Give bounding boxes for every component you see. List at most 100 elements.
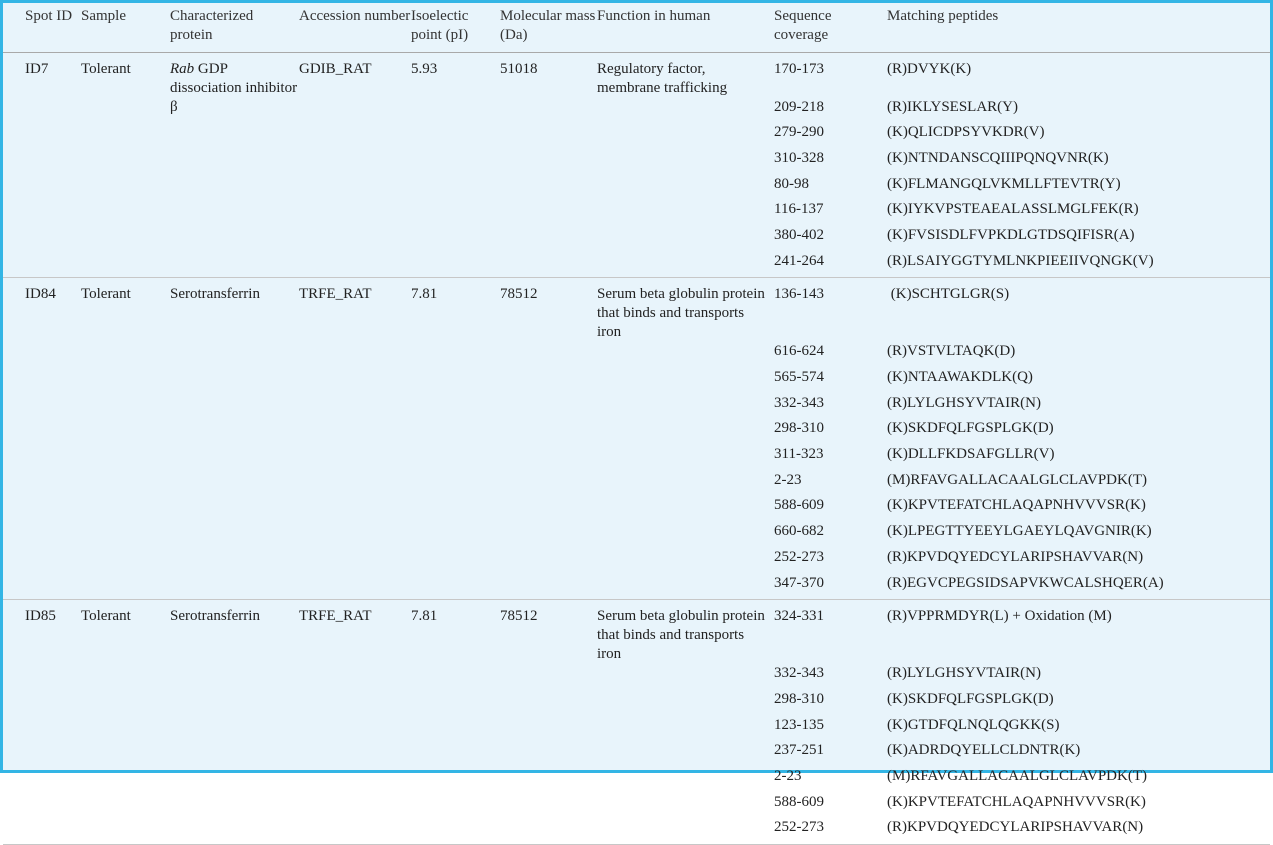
coverage-cell: 588-609 [774,793,824,810]
empty-cell [597,368,774,394]
empty-cell [597,522,774,548]
peptide-cell: (K)KPVTEFATCHLAQAPNHVVVSR(K) [887,497,1146,514]
peptide-cell: (K)GTDFQLNQLQGKK(S) [887,716,1060,733]
empty-cell [411,471,500,497]
empty-cell [299,574,411,600]
empty-cell [500,690,597,716]
peptide-cell: (K)KPVTEFATCHLAQAPNHVVVSR(K) [887,793,1146,810]
empty-cell [3,690,81,716]
empty-cell [81,496,170,522]
empty-cell [597,767,774,793]
empty-cell [500,818,597,844]
pi-cell: 7.81 [411,608,438,625]
empty-cell [597,342,774,368]
table-row: 123-135 (K)GTDFQLNQLQGKK(S) [3,716,1270,742]
empty-cell [597,716,774,742]
table-row: 237-251 (K)ADRDQYELLCLDNTR(K) [3,741,1270,767]
table-row: 332-343 (R)LYLGHSYVTAIR(N) [3,394,1270,420]
table-row: 660-682 (K)LPEGTTYEEYLGAEYLQAVGNIR(K) [3,522,1270,548]
coverage-cell: 616-624 [774,343,824,360]
empty-cell [299,690,411,716]
peptide-cell: (K)QLICDPSYVKDR(V) [887,124,1045,141]
empty-cell [500,496,597,522]
empty-cell [411,767,500,793]
empty-cell [3,200,81,226]
empty-cell [500,716,597,742]
empty-cell [170,419,299,445]
empty-cell [81,548,170,574]
empty-cell [411,716,500,742]
empty-cell [170,175,299,201]
empty-cell [81,394,170,420]
empty-cell [299,741,411,767]
coverage-cell: 252-273 [774,548,824,565]
empty-cell [411,252,500,278]
header-sample: Sample [81,8,126,24]
empty-cell [3,496,81,522]
table-row: 565-574 (K)NTAAWAKDLK(Q) [3,368,1270,394]
table-body: ID7 Tolerant Rab GDP dissociation inhibito… [3,52,1270,845]
accession-cell: TRFE_RAT [299,286,372,303]
empty-cell [3,394,81,420]
empty-cell [170,664,299,690]
empty-cell [170,741,299,767]
empty-cell [299,496,411,522]
empty-cell [597,471,774,497]
empty-cell [170,471,299,497]
empty-cell [170,394,299,420]
empty-cell [81,98,170,124]
empty-cell [597,123,774,149]
peptide-table: Spot ID Sample Characterized protein Acc… [3,3,1270,845]
empty-cell [3,419,81,445]
peptide-cell: (K)NTNDANSCQIIIPQNQVNR(K) [887,149,1109,166]
empty-cell [597,574,774,600]
empty-cell [170,716,299,742]
empty-cell [81,471,170,497]
empty-cell [500,767,597,793]
empty-cell [597,200,774,226]
table-frame: Spot ID Sample Characterized protein Acc… [0,0,1273,845]
coverage-cell: 588-609 [774,497,824,514]
empty-cell [500,98,597,124]
peptide-cell: (R)LYLGHSYVTAIR(N) [887,394,1041,411]
empty-cell [81,574,170,600]
peptide-cell: (K)FVSISDLFVPKDLGTDSQIFISR(A) [887,226,1135,243]
empty-cell [411,368,500,394]
table-row: 298-310 (K)SKDFQLFGSPLGK(D) [3,419,1270,445]
coverage-cell: 298-310 [774,420,824,437]
empty-cell [3,368,81,394]
empty-cell [411,123,500,149]
table-row: 279-290 (K)QLICDPSYVKDR(V) [3,123,1270,149]
coverage-cell: 80-98 [774,175,809,192]
empty-cell [299,394,411,420]
empty-cell [170,342,299,368]
empty-cell [299,98,411,124]
peptide-cell: (R)DVYK(K) [887,60,972,77]
empty-cell [170,252,299,278]
pi-cell: 7.81 [411,286,438,303]
empty-cell [170,767,299,793]
empty-cell [500,226,597,252]
header-spot-id: Spot ID [25,8,73,24]
empty-cell [500,419,597,445]
empty-cell [411,496,500,522]
empty-cell [3,793,81,819]
empty-cell [597,149,774,175]
empty-cell [411,690,500,716]
empty-cell [597,741,774,767]
empty-cell [299,522,411,548]
empty-cell [3,818,81,844]
empty-cell [500,342,597,368]
empty-cell [411,445,500,471]
empty-cell [3,716,81,742]
table-row: 347-370 (R)EGVCPEGSIDSAPVKWCALSHQER(A) [3,574,1270,600]
empty-cell [81,419,170,445]
protein-cell: Rab GDP dissociation inhibitor β [170,52,299,115]
empty-cell [299,548,411,574]
empty-cell [81,767,170,793]
empty-cell [81,226,170,252]
pi-cell: 5.93 [411,60,438,77]
empty-cell [411,149,500,175]
coverage-cell: 123-135 [774,716,824,733]
empty-cell [500,664,597,690]
